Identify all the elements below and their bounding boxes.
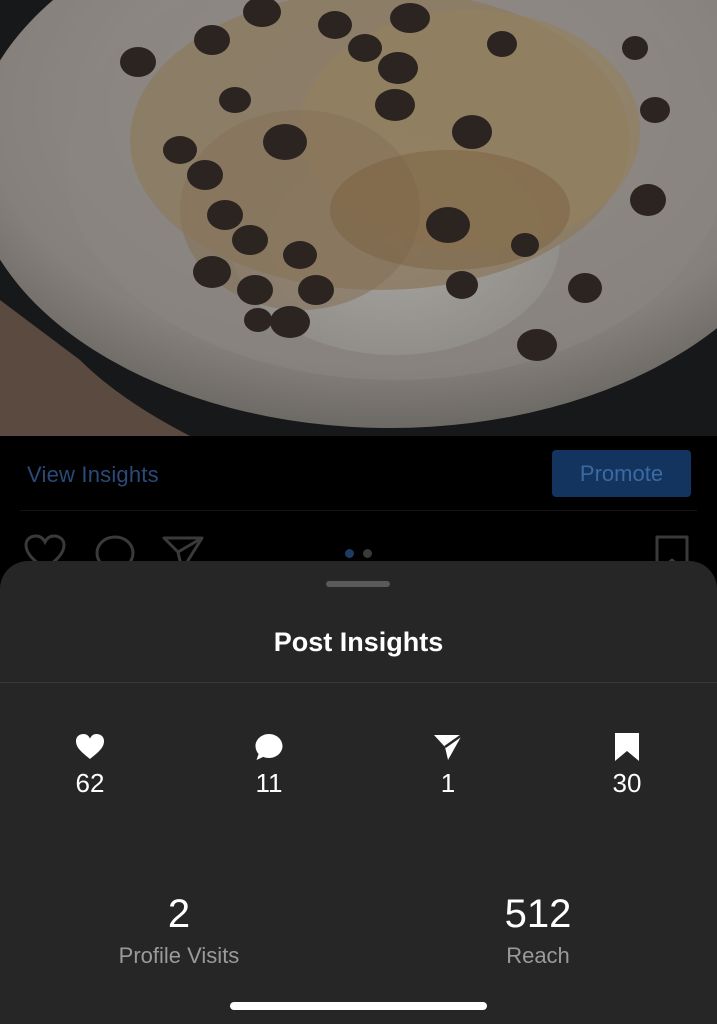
metric-comments: 11: [209, 732, 329, 799]
metric-likes: 62: [30, 732, 150, 799]
metric-shares: 1: [388, 732, 508, 799]
stat-reach: 512 Reach: [418, 891, 658, 969]
stat-label: Reach: [506, 943, 570, 968]
stat-value: 2: [167, 892, 191, 936]
promote-button[interactable]: Promote: [552, 450, 691, 497]
post-action-bar: View Insights Promote: [0, 436, 717, 512]
metric-value: 11: [255, 768, 283, 798]
post-insights-sheet: Post Insights 62 11 1 30 2 Profile Visit…: [0, 561, 717, 1024]
sheet-divider: [0, 682, 717, 683]
heart-icon: [76, 734, 104, 759]
comment-icon: [255, 734, 283, 760]
metric-value: 62: [75, 768, 105, 798]
metric-value: 1: [440, 768, 456, 798]
post-photo[interactable]: [0, 0, 717, 436]
stat-label: Profile Visits: [118, 943, 240, 968]
stat-profile-visits: 2 Profile Visits: [59, 891, 299, 969]
metric-value: 30: [612, 768, 642, 798]
stat-value: 512: [504, 892, 572, 936]
view-insights-link[interactable]: View Insights: [27, 462, 159, 488]
sheet-title: Post Insights: [273, 627, 444, 657]
food-bowl-image: [0, 0, 717, 436]
action-bar-divider: [20, 510, 697, 511]
sheet-grabber[interactable]: [326, 581, 390, 587]
bookmark-icon: [615, 733, 639, 761]
carousel-dot: [363, 549, 372, 558]
carousel-dot-active: [345, 549, 354, 558]
metric-saves: 30: [567, 732, 687, 799]
home-indicator[interactable]: [230, 1002, 487, 1010]
share-icon: [434, 733, 463, 760]
